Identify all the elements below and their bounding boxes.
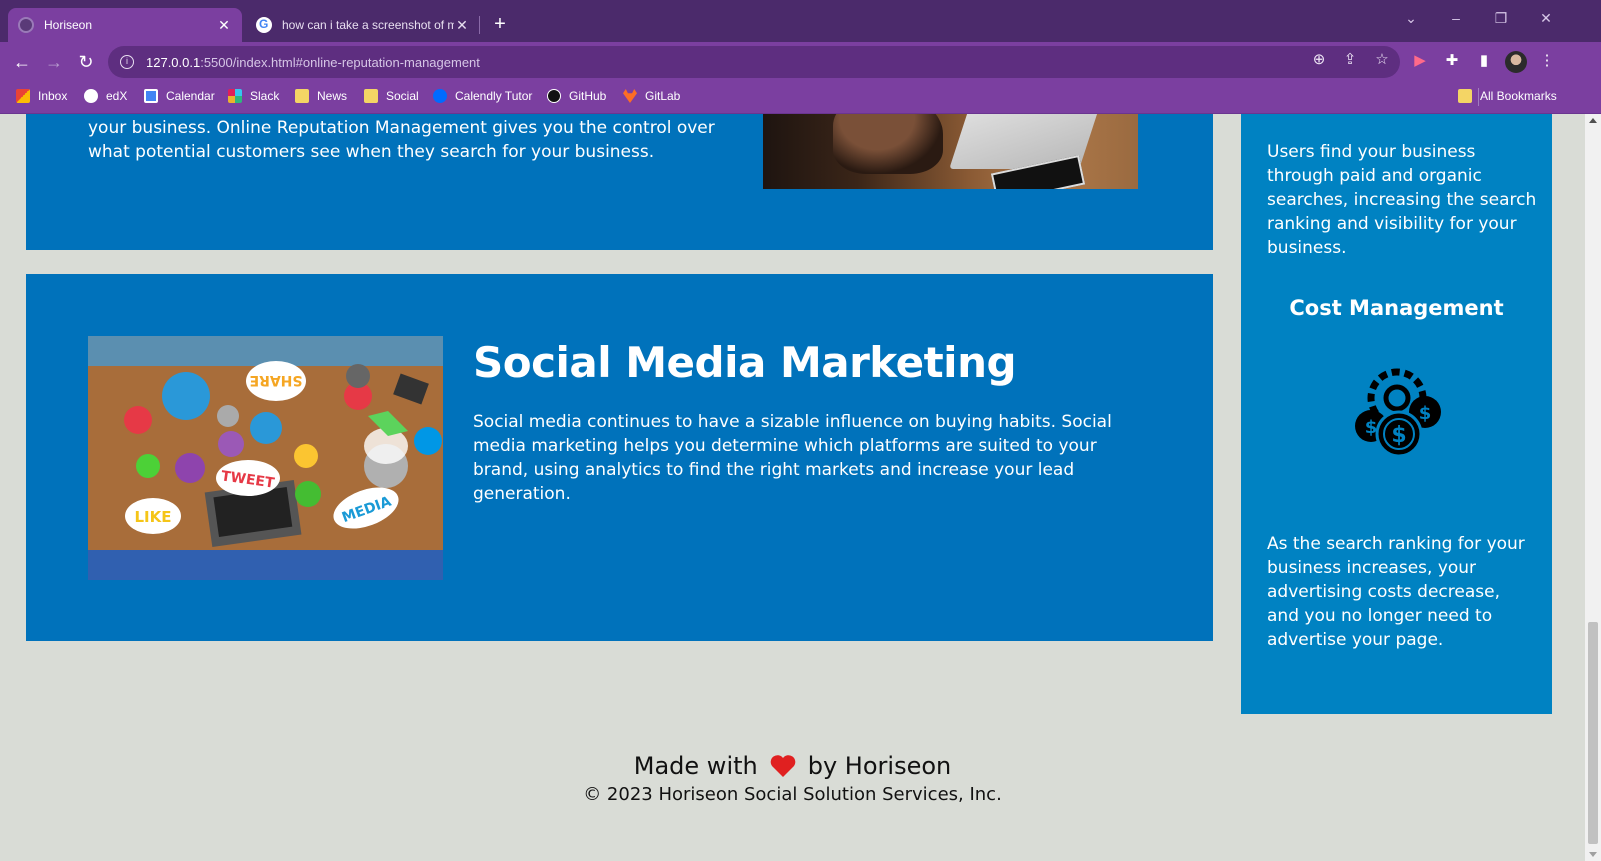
slack-icon [228,89,242,103]
bookmark-news[interactable]: News [295,89,347,103]
share-icon[interactable]: ⇪ [1340,50,1360,68]
calendar-icon [144,89,158,103]
svg-text:$: $ [1391,423,1406,448]
window-close-icon[interactable]: ✕ [1531,10,1561,27]
svg-text:$: $ [1419,403,1432,424]
bookmark-inbox[interactable]: Inbox [16,89,67,103]
tab-strip: Horiseon ✕ how can i take a screenshot o… [0,0,1601,42]
tab-google-search[interactable]: how can i take a screenshot of m ✕ [246,8,480,42]
url-text[interactable]: 127.0.0.1:5500/index.html#online-reputat… [146,55,480,70]
copyright-text: © 2023 Horiseon Social Solution Services… [583,784,1002,805]
extensions-puzzle-icon[interactable]: ✚ [1442,51,1462,71]
forward-arrow-icon[interactable]: → [42,50,66,74]
folder-icon [364,89,378,103]
bookmark-slack[interactable]: Slack [228,89,279,103]
reload-icon[interactable]: ↻ [74,50,98,74]
social-media-illustration: SHARE TWEET LIKE MEDIA [88,336,443,580]
scrollbar-thumb[interactable] [1588,622,1598,844]
svg-text:$: $ [1365,417,1378,438]
like-bubble-text: LIKE [134,508,171,526]
github-icon [547,89,561,103]
bookmark-social[interactable]: Social [364,89,419,103]
social-media-marketing-card: SHARE TWEET LIKE MEDIA Social Media Mark… [26,274,1213,641]
scroll-down-arrow-icon[interactable] [1589,852,1597,857]
tab-title: Horiseon [44,18,93,32]
screen-recorder-extension-icon[interactable]: ▶ [1410,51,1430,71]
page-footer: Made with by Horiseon © 2023 Horiseon So… [0,752,1585,805]
social-media-paragraph: Social media continues to have a sizable… [473,412,1112,504]
social-media-heading: Social Media Marketing [473,338,1017,387]
cost-management-paragraph: As the search ranking for your business … [1267,534,1525,650]
bookmark-gitlab[interactable]: GitLab [623,89,680,103]
page-viewport: your business. Online Reputation Managem… [0,114,1585,861]
made-with-text: Made with [633,752,758,780]
zoom-icon[interactable]: ⊕ [1309,50,1329,68]
bookmark-star-icon[interactable]: ☆ [1372,50,1392,68]
gitlab-icon [623,89,637,103]
tab-close-icon[interactable]: ✕ [454,17,470,34]
bookmarks-divider [1478,88,1479,106]
online-reputation-card: your business. Online Reputation Managem… [26,114,1213,250]
restore-icon[interactable]: ❐ [1486,10,1516,27]
folder-icon [1458,89,1472,103]
gmail-icon [16,89,30,103]
made-with-line: Made with by Horiseon [634,752,951,780]
social-media-image: SHARE TWEET LIKE MEDIA [88,336,443,580]
calendly-icon [433,89,447,103]
by-horiseon-text: by Horiseon [807,752,952,780]
share-bubble-text: SHARE [250,372,303,388]
bookmarks-bar: Inbox edX Calendar Slack News Social Cal… [0,82,1601,114]
back-arrow-icon[interactable]: ← [10,50,34,74]
seo-paragraph: Users find your business through paid an… [1267,142,1537,258]
browser-toolbar: ← → ↻ i 127.0.0.1:5500/index.html#online… [0,42,1601,82]
profile-avatar[interactable] [1505,51,1527,73]
google-icon [256,17,272,33]
bookmark-calendar[interactable]: Calendar [144,89,215,103]
bookmark-calendly-tutor[interactable]: Calendly Tutor [433,89,532,103]
browser-menu-icon[interactable]: ⋮ [1537,51,1557,71]
all-bookmarks-button[interactable]: All Bookmarks [1458,89,1557,103]
address-bar[interactable]: i 127.0.0.1:5500/index.html#online-reput… [108,46,1400,78]
tab-close-icon[interactable]: ✕ [216,17,232,34]
folder-icon [295,89,309,103]
hand-shape [833,114,943,174]
bookmark-github[interactable]: GitHub [547,89,606,103]
edx-icon [84,89,98,103]
reputation-image [763,114,1138,189]
tab-favicon-icon [18,17,34,33]
benefits-sidebar: Users find your business through paid an… [1241,114,1552,714]
cost-management-heading: Cost Management [1289,296,1504,320]
minimize-icon[interactable]: – [1441,10,1471,26]
new-tab-button[interactable]: + [488,12,512,36]
bookmark-edx[interactable]: edX [84,89,127,103]
tab-horiseon[interactable]: Horiseon ✕ [8,8,242,42]
site-info-icon[interactable]: i [120,55,134,69]
laptop-shape [949,114,1107,169]
cost-management-icon: $ $ $ [1347,364,1447,464]
tab-search-chevron-icon[interactable]: ⌄ [1396,10,1426,27]
side-panel-icon[interactable]: ▮ [1474,51,1494,71]
reputation-paragraph: your business. Online Reputation Managem… [88,118,715,162]
tab-title: how can i take a screenshot of m [282,18,454,32]
page-scrollbar[interactable] [1585,114,1601,861]
scroll-up-arrow-icon[interactable] [1589,118,1597,123]
tab-divider [479,16,480,34]
heart-icon [770,755,796,777]
